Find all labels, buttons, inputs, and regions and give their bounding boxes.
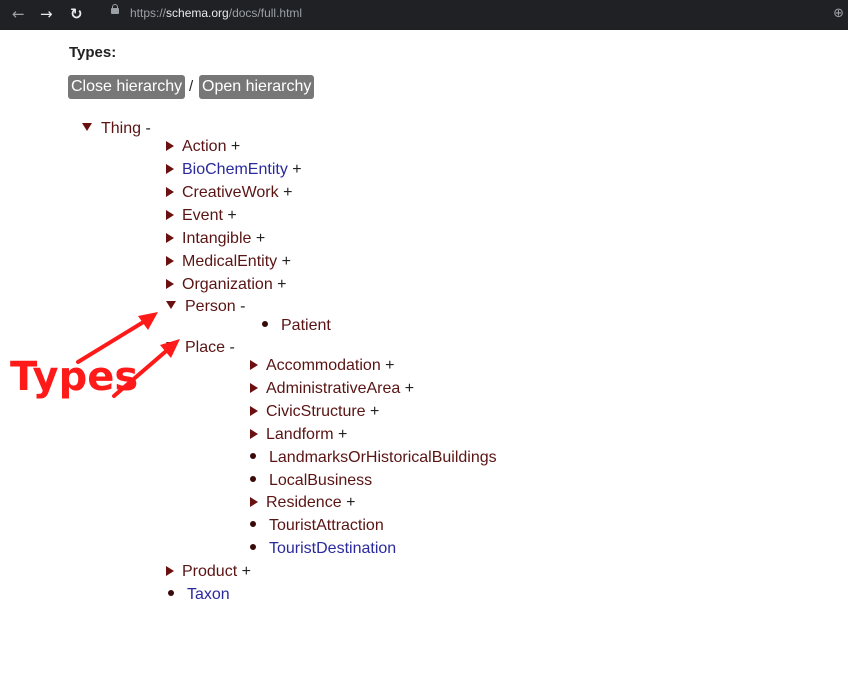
annotation-arrow-person xyxy=(76,312,158,364)
annotation-arrow-place xyxy=(112,339,180,398)
annotation-arrows xyxy=(76,312,180,398)
